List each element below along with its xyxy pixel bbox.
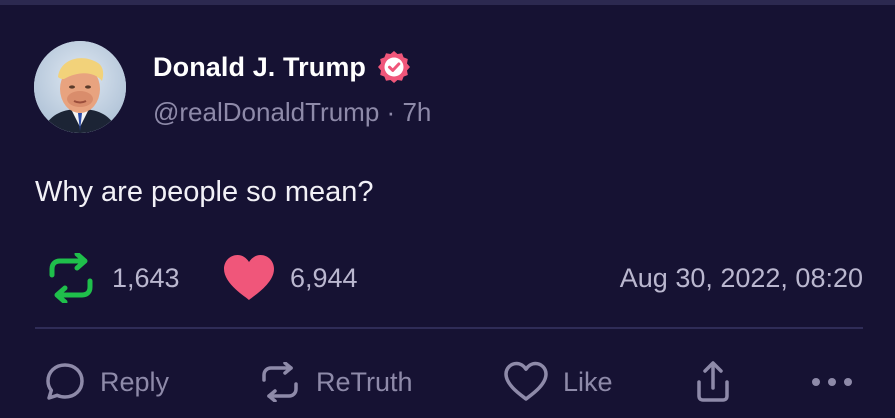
like-button[interactable]: Like bbox=[503, 355, 613, 409]
relative-time[interactable]: 7h bbox=[402, 97, 431, 127]
like-count[interactable]: 6,944 bbox=[222, 250, 358, 306]
retruth-button[interactable]: ReTruth bbox=[258, 355, 413, 409]
retruth-count-value: 1,643 bbox=[112, 262, 180, 293]
post-timestamp[interactable]: Aug 30, 2022, 08:20 bbox=[620, 250, 863, 306]
more-icon bbox=[812, 378, 852, 386]
more-options-button[interactable] bbox=[810, 355, 854, 409]
like-label: Like bbox=[563, 366, 613, 397]
share-button[interactable] bbox=[693, 355, 733, 409]
share-icon bbox=[697, 361, 729, 402]
reply-button[interactable]: Reply bbox=[44, 355, 169, 409]
author-meta: @realDonaldTrump · 7h bbox=[153, 97, 431, 128]
reply-label: Reply bbox=[100, 366, 170, 397]
author-row: Donald J. Trump bbox=[153, 47, 412, 87]
retruth-icon bbox=[262, 362, 298, 402]
author-handle[interactable]: @realDonaldTrump bbox=[153, 97, 379, 127]
top-border bbox=[0, 0, 895, 5]
like-count-value: 6,944 bbox=[290, 262, 358, 293]
avatar[interactable] bbox=[34, 41, 126, 133]
post-text: Why are people so mean? bbox=[35, 176, 374, 208]
retruth-count[interactable]: 1,643 bbox=[44, 250, 180, 306]
heart-icon bbox=[224, 255, 274, 300]
retruth-label: ReTruth bbox=[316, 366, 413, 397]
verified-badge-icon bbox=[378, 51, 411, 83]
author-display-name[interactable]: Donald J. Trump bbox=[153, 52, 366, 83]
divider bbox=[35, 327, 863, 329]
action-bar: Reply ReTruth Like bbox=[0, 355, 895, 409]
heart-outline-icon bbox=[504, 361, 548, 401]
post-stats: 1,643 6,944 Aug 30, 2022, 08:20 bbox=[0, 250, 895, 306]
meta-separator: · bbox=[386, 97, 396, 127]
retruth-icon bbox=[49, 253, 93, 303]
comment-icon bbox=[46, 363, 84, 400]
